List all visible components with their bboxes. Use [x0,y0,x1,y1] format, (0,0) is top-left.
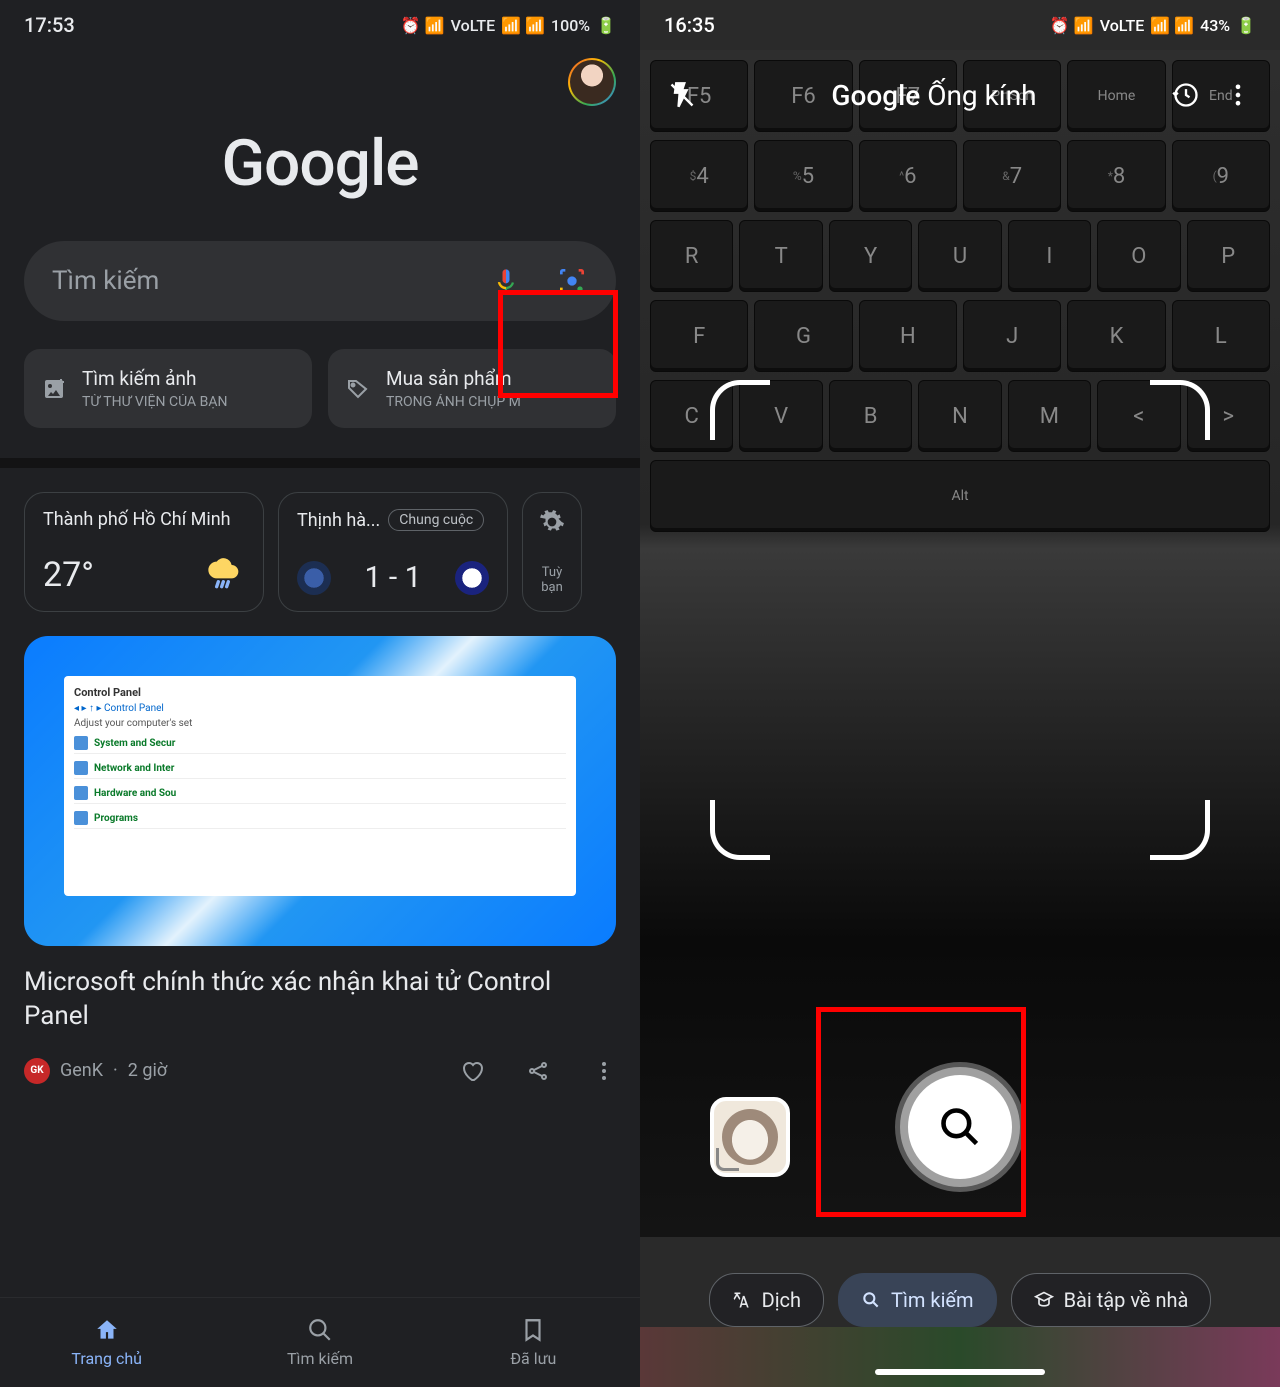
article-title: Microsoft chính thức xác nhận khai tử Co… [24,966,616,1034]
voice-search-icon[interactable] [492,267,520,295]
search-icon [861,1290,881,1310]
status-time: 17:53 [24,13,75,37]
keyboard-key: G [754,300,852,372]
google-app-panel: 17:53 ⏰ 📶 VoLTE 📶 📶 100%🔋 Google Tìm kiế… [0,0,640,1387]
status-bar: 16:35 ⏰ 📶 VoLTE 📶 📶 43%🔋 [640,0,1280,50]
gesture-bar[interactable] [875,1369,1045,1375]
source-logo-icon: GK [24,1058,50,1084]
status-icons: ⏰ 📶 VoLTE 📶 📶 100%🔋 [401,16,616,35]
team-badge-icon [297,561,331,595]
article-source: GenK [60,1060,103,1081]
news-article[interactable]: Control Panel ◂ ▸ ↑ ▸ Control Panel Adju… [0,636,640,1084]
chip-shopping[interactable]: Mua sản phẩm TRONG ẢNH CHỤP M [328,349,616,428]
more-icon[interactable] [592,1059,616,1083]
bottom-nav: Trang chủ Tìm kiếm Đã lưu [0,1297,640,1387]
profile-avatar[interactable] [568,58,616,106]
share-icon[interactable] [526,1059,550,1083]
status-bar: 17:53 ⏰ 📶 VoLTE 📶 📶 100%🔋 [0,0,640,50]
image-add-icon [42,377,66,401]
google-lens-icon[interactable] [556,265,588,297]
weather-card[interactable]: Thành phố Hồ Chí Minh 27° [24,492,264,612]
gear-icon [539,509,565,535]
nav-saved[interactable]: Đã lưu [427,1298,640,1387]
keyboard-key: F [650,300,748,372]
keyboard-key: U [918,220,1001,292]
translate-icon [732,1290,752,1310]
keyboard-key: I [1008,220,1091,292]
decorative-surface [640,1327,1280,1387]
tag-icon [346,377,370,401]
section-divider [0,458,640,468]
history-icon[interactable] [1172,81,1200,109]
keyboard-key: &7 [963,140,1061,212]
gallery-thumbnail[interactable] [710,1097,790,1177]
lens-title: Google Ống kính [696,79,1172,112]
keyboard-key: ^6 [859,140,957,212]
mode-homework[interactable]: Bài tập về nhà [1011,1273,1212,1327]
keyboard-key: J [963,300,1061,372]
like-icon[interactable] [460,1059,484,1083]
keyboard-key: H [859,300,957,372]
search-icon [307,1317,333,1343]
google-lens-panel: 16:35 ⏰ 📶 VoLTE 📶 📶 43%🔋 F5F6F7PrtScnHom… [640,0,1280,1387]
search-bar[interactable]: Tìm kiếm [24,241,616,321]
chip-image-search[interactable]: Tìm kiếm ảnh TỪ THƯ VIỆN CỦA BẠN [24,349,312,428]
keyboard-key: *8 [1067,140,1165,212]
shutter-button[interactable] [900,1067,1020,1187]
homework-icon [1034,1290,1054,1310]
nav-home[interactable]: Trang chủ [0,1298,213,1387]
keyboard-key: Y [829,220,912,292]
keyboard-key: K [1067,300,1165,372]
search-placeholder: Tìm kiếm [52,266,492,296]
weather-rain-icon [205,555,245,595]
keyboard-key: P [1187,220,1270,292]
keyboard-key: L [1172,300,1270,372]
mode-translate[interactable]: Dịch [709,1273,824,1327]
article-image: Control Panel ◂ ▸ ↑ ▸ Control Panel Adju… [24,636,616,946]
customize-card[interactable]: Tuỳ bạn [522,492,582,612]
article-age: 2 giờ [128,1060,167,1081]
home-icon [94,1317,120,1343]
bookmark-icon [520,1317,546,1343]
google-logo: Google [0,126,640,201]
flash-off-icon[interactable] [668,81,696,109]
nav-search[interactable]: Tìm kiếm [213,1298,426,1387]
team-badge-icon [455,561,489,595]
keyboard-key: (9 [1172,140,1270,212]
lens-mode-selector: Dịch Tìm kiếm Bài tập về nhà [640,1273,1280,1327]
keyboard-key: O [1097,220,1180,292]
status-time: 16:35 [664,13,715,37]
keyboard-key: R [650,220,733,292]
viewfinder-frame [710,380,1210,860]
keyboard-key: T [739,220,822,292]
status-icons: ⏰ 📶 VoLTE 📶 📶 43%🔋 [1050,16,1256,35]
sports-card[interactable]: Thịnh hà... Chung cuộc 1 - 1 [278,492,508,612]
keyboard-key: $4 [650,140,748,212]
more-icon[interactable] [1224,81,1252,109]
keyboard-key: %5 [754,140,852,212]
mode-search[interactable]: Tìm kiếm [838,1273,997,1327]
